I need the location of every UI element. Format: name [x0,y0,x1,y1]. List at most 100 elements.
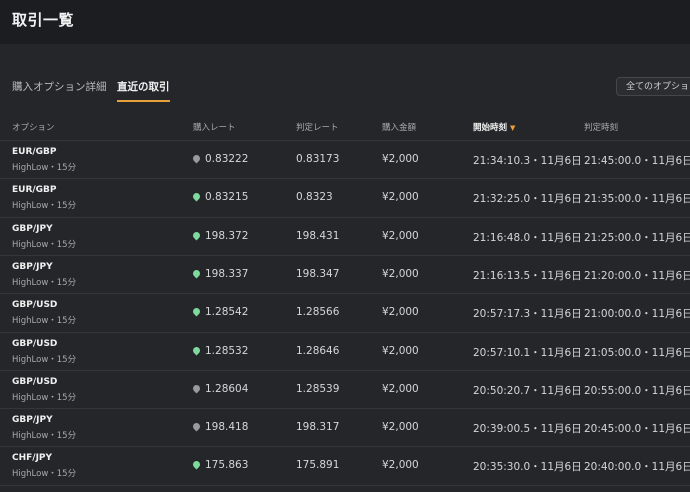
row-divider [0,485,690,486]
win-marker-icon [191,268,202,279]
judge-rate-cell: 1.28539 [296,382,340,395]
buy-rate-value: 175.863 [205,459,249,472]
start-time-cell: 21:32:25.0・11月6日 [473,193,582,206]
judge-rate-cell: 198.347 [296,267,340,280]
trade-option-type: HighLow・15分 [12,431,77,442]
table-row[interactable]: EUR/GBP HighLow・15分 0.83215 0.8323 ¥2,000 21:… [0,179,690,217]
win-marker-icon [191,459,202,470]
buy-rate-value: 198.337 [205,267,249,280]
table-row[interactable]: GBP/USD HighLow・15分 1.28542 1.28566 ¥2,000 20… [0,294,690,332]
loss-marker-icon [191,383,202,394]
trade-symbol: GBP/JPY [12,223,53,234]
judge-rate-cell: 198.431 [296,229,340,242]
buy-rate-cell: 198.372 [191,229,249,242]
end-time-cell: 21:45:00.0・11月6日 [584,155,690,167]
buy-rate-cell: 198.418 [191,421,249,434]
start-time-cell: 20:35:30.0・11月6日 [473,461,582,474]
amount-cell: ¥2,000 [382,421,419,434]
column-header-buy-rate[interactable]: 購入レート [193,121,236,133]
trade-option-type: HighLow・15分 [12,316,77,327]
buy-rate-cell: 1.28604 [191,382,249,395]
end-time-cell: 21:00:00.0・11月6日 [584,308,690,321]
trade-symbol: EUR/GBP [12,185,57,196]
start-time-cell: 20:57:17.3・11月6日 [473,308,582,321]
column-header-option[interactable]: オプション [12,121,55,133]
trade-option-type: HighLow・15分 [12,469,77,480]
trade-symbol: GBP/JPY [12,261,53,272]
end-time-cell: 21:25:00.0・11月6日 [584,231,690,244]
amount-cell: ¥2,000 [382,191,419,204]
buy-rate-value: 0.83215 [205,191,249,204]
loss-marker-icon [191,153,202,164]
buy-rate-cell: 0.83215 [191,191,249,204]
amount-cell: ¥2,000 [382,344,419,357]
amount-cell: ¥2,000 [382,267,419,280]
judge-rate-cell: 175.891 [296,459,340,472]
trade-option-type: HighLow・15分 [12,392,77,403]
end-time-cell: 21:05:00.0・11月6日 [584,346,690,359]
top-bar: 取引一覧 [0,0,690,44]
table-row[interactable]: GBP/JPY HighLow・15分 198.372 198.431 ¥2,000 21… [0,218,690,256]
trade-symbol: GBP/USD [12,376,58,387]
win-marker-icon [191,230,202,241]
amount-cell: ¥2,000 [382,229,419,242]
judge-rate-cell: 0.8323 [296,191,333,204]
trade-symbol: CHF/JPY [12,453,53,464]
buy-rate-cell: 175.863 [191,459,249,472]
start-time-cell: 21:16:48.0・11月6日 [473,231,582,244]
sort-descending-icon: ▼ [510,124,516,132]
start-time-cell: 20:50:20.7・11月6日 [473,384,582,397]
table-header: オプション 購入レート 判定レート 購入金額 開始時刻 ▼ 判定時刻 [0,118,690,140]
win-marker-icon [191,306,202,317]
trade-symbol: GBP/USD [12,300,58,311]
start-time-cell: 20:57:10.1・11月6日 [473,346,582,359]
end-time-cell: 20:55:00.0・11月6日 [584,384,690,397]
start-time-cell: 20:39:00.5・11月6日 [473,423,582,436]
trade-option-type: HighLow・15分 [12,277,77,288]
end-time-cell: 20:45:00.0・11月6日 [584,423,690,436]
option-filter-dropdown[interactable]: 全てのオプション [616,77,690,96]
trade-symbol: GBP/JPY [12,415,53,426]
table-row[interactable]: CHF/JPY HighLow・15分 175.863 175.891 ¥2,000 20… [0,447,690,485]
loss-marker-icon [191,421,202,432]
table-row[interactable]: GBP/USD HighLow・15分 1.28532 1.28646 ¥2,000 20… [0,333,690,371]
buy-rate-value: 0.83222 [205,153,249,165]
win-marker-icon [191,345,202,355]
buy-rate-value: 198.372 [205,229,249,242]
start-time-cell: 21:16:13.5・11月6日 [473,269,582,282]
column-header-amount[interactable]: 購入金額 [382,121,416,133]
buy-rate-cell: 1.28542 [191,306,249,319]
amount-cell: ¥2,000 [382,459,419,472]
judge-rate-cell: 0.83173 [296,153,340,165]
end-time-cell: 20:40:00.0・11月6日 [584,461,690,474]
amount-cell: ¥2,000 [382,153,419,165]
tab-purchase-option-details[interactable]: 購入オプション詳細 [12,79,107,100]
end-time-cell: 21:35:00.0・11月6日 [584,193,690,206]
table-row[interactable]: GBP/JPY HighLow・15分 198.418 198.317 ¥2,000 20… [0,409,690,447]
buy-rate-value: 1.28604 [205,382,249,395]
amount-cell: ¥2,000 [382,306,419,319]
start-time-cell: 21:34:10.3・11月6日 [473,155,582,167]
table-row[interactable]: GBP/USD HighLow・15分 1.28604 1.28539 ¥2,000 20… [0,371,690,409]
judge-rate-cell: 1.28646 [296,344,340,357]
amount-cell: ¥2,000 [382,382,419,395]
trade-option-type: HighLow・15分 [12,354,77,365]
judge-rate-cell: 198.317 [296,421,340,434]
judge-rate-cell: 1.28566 [296,306,340,319]
column-header-start-time-label: 開始時刻 [473,123,508,133]
buy-rate-value: 198.418 [205,421,249,434]
table-row[interactable]: GBP/JPY HighLow・15分 198.337 198.347 ¥2,000 21… [0,256,690,294]
buy-rate-value: 1.28542 [205,306,249,319]
table-row[interactable]: EUR/GBP HighLow・15分 0.83222 0.83173 ¥2,000 21… [0,141,690,179]
tab-recent-trades[interactable]: 直近の取引 [117,79,170,102]
buy-rate-cell: 0.83222 [191,153,249,165]
column-header-judge-rate[interactable]: 判定レート [296,121,339,133]
trade-option-type: HighLow・15分 [12,163,77,173]
column-header-start-time[interactable]: 開始時刻 ▼ [473,121,515,133]
buy-rate-value: 1.28532 [205,344,249,357]
win-marker-icon [191,191,202,202]
column-header-end-time[interactable]: 判定時刻 [584,121,618,133]
trade-option-type: HighLow・15分 [12,239,77,250]
page-title: 取引一覧 [12,11,75,29]
end-time-cell: 21:20:00.0・11月6日 [584,269,690,282]
